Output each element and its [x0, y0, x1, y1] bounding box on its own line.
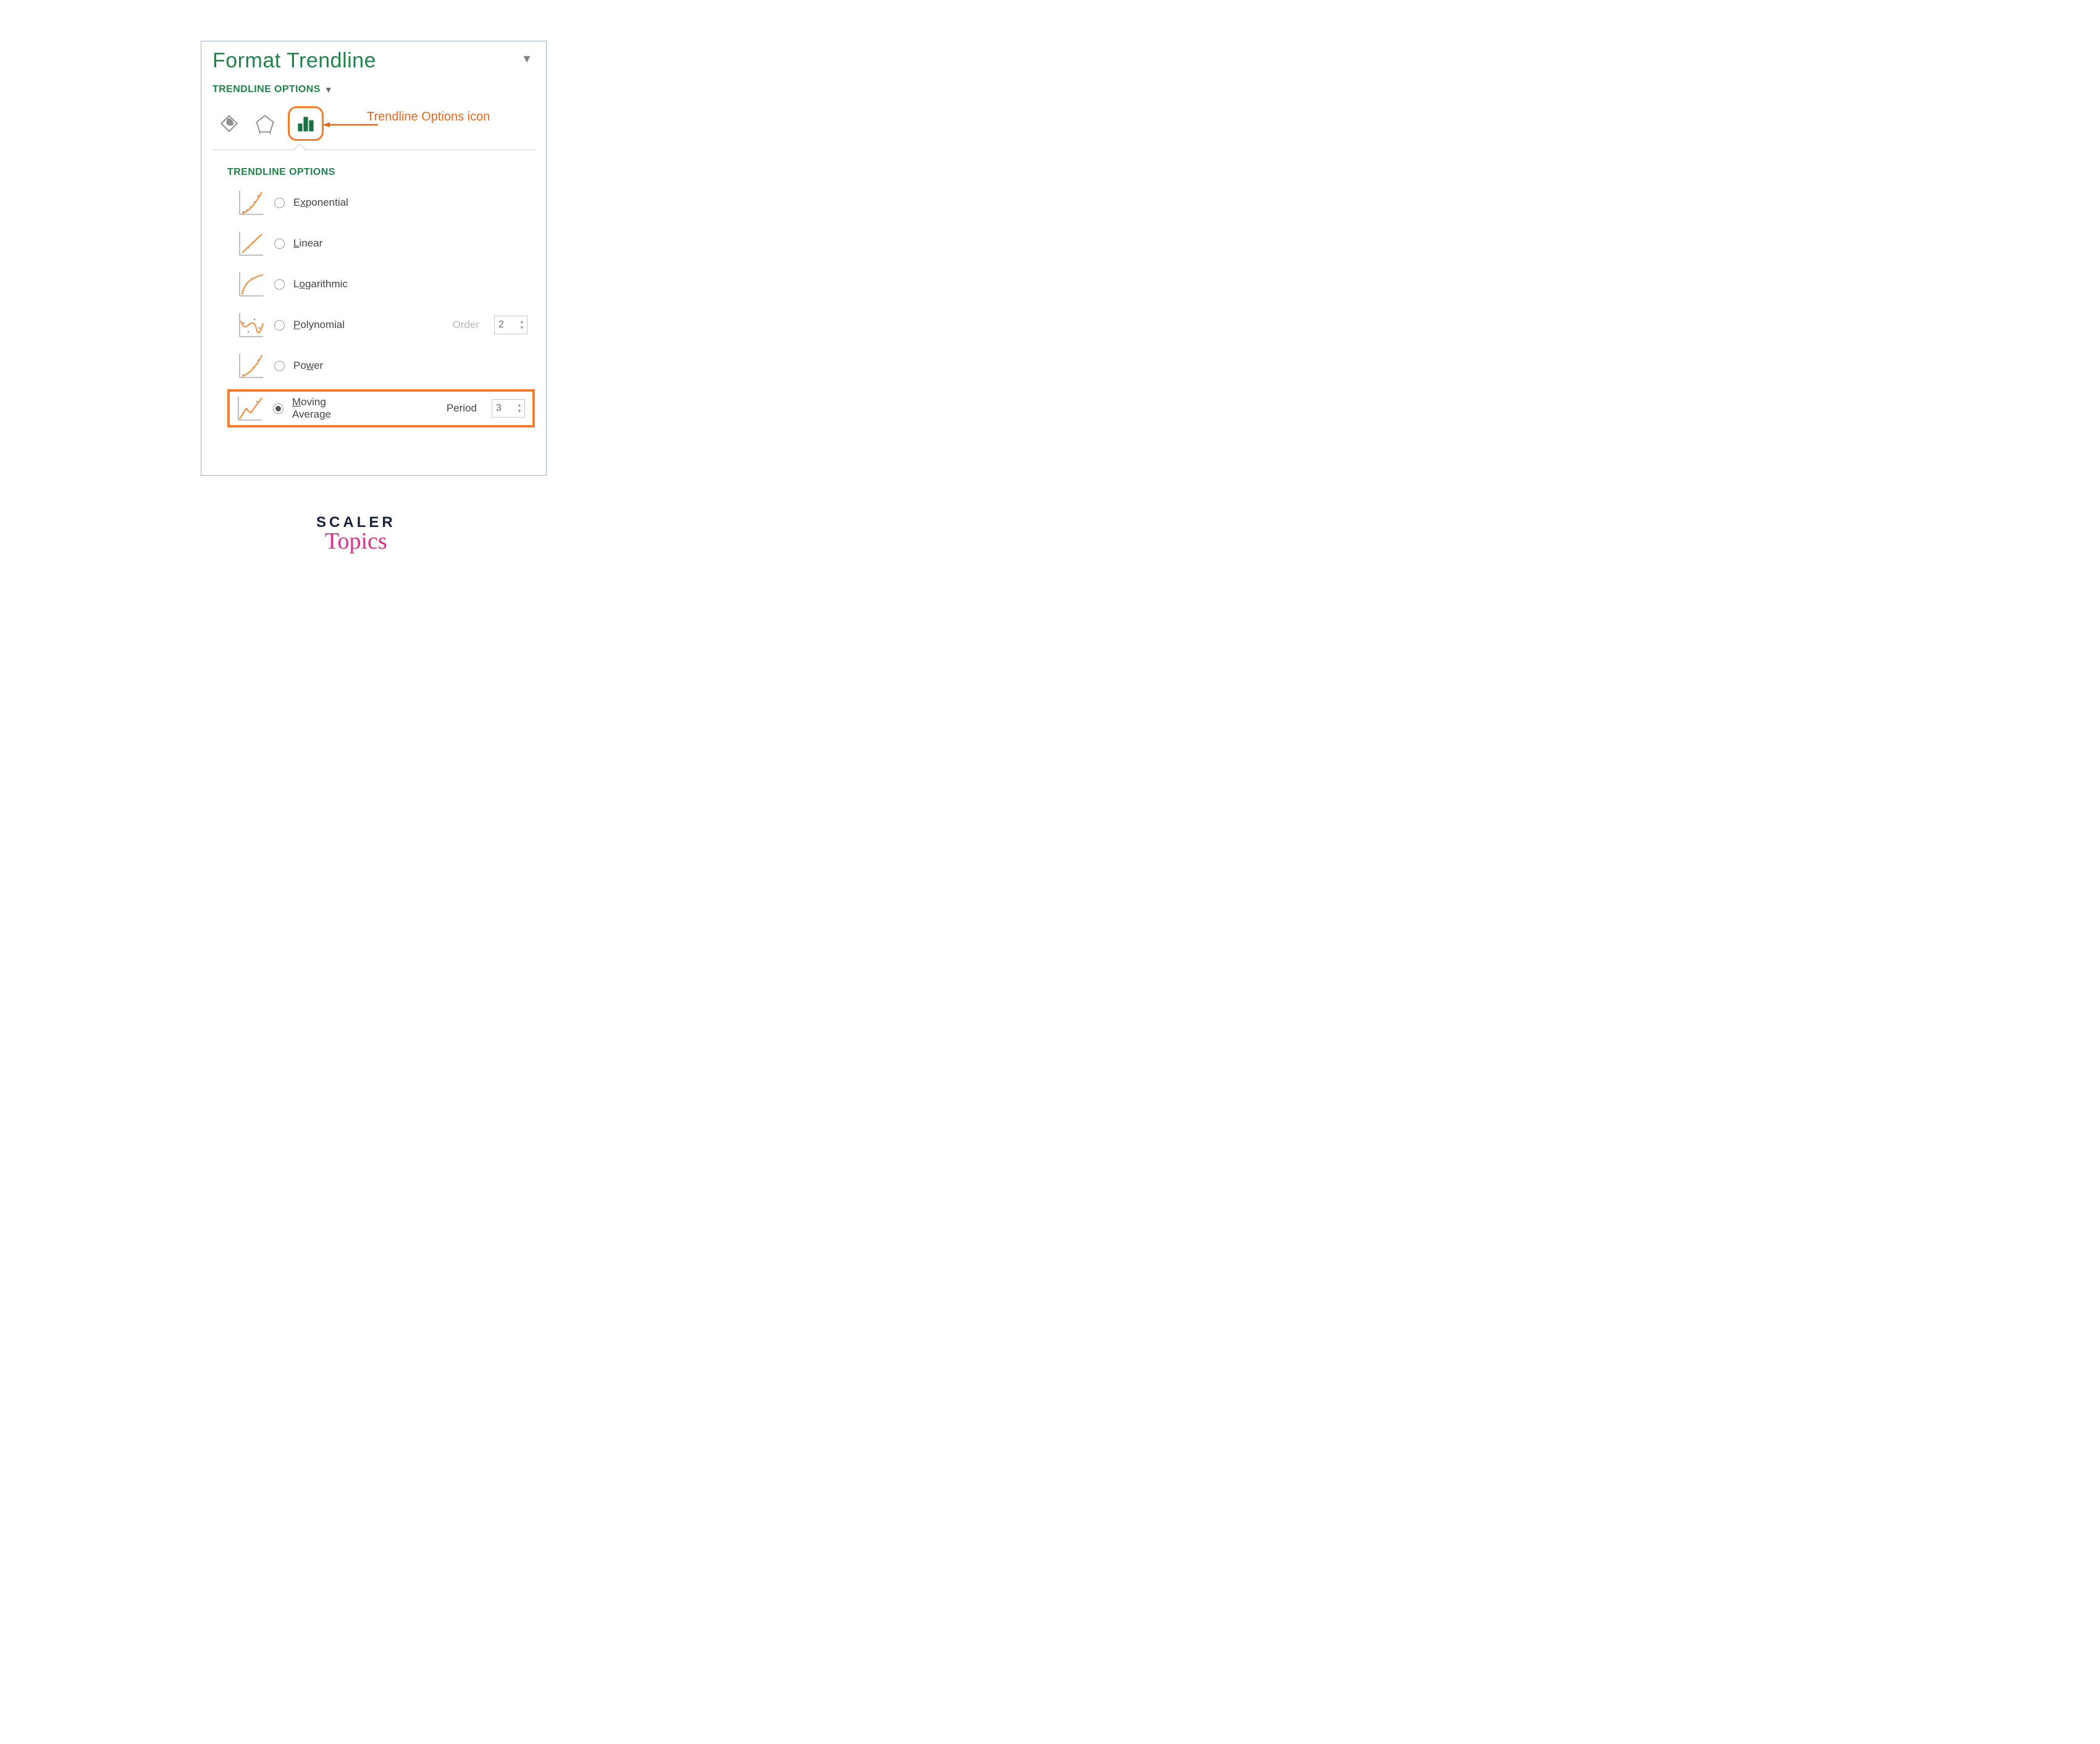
option-label: Linear: [293, 237, 322, 250]
spinner-arrows[interactable]: ▲▼: [517, 316, 527, 334]
option-label: Exponential: [293, 196, 348, 209]
spinner-arrows[interactable]: ▲▼: [514, 400, 524, 417]
chevron-down-icon: ▼: [324, 85, 333, 95]
radio-exponential[interactable]: [274, 198, 285, 208]
tab-divider: [212, 150, 535, 157]
period-spinner[interactable]: 3 ▲▼: [492, 399, 525, 418]
bar-chart-icon: [295, 112, 317, 135]
option-logarithmic[interactable]: Logarithmic: [233, 267, 535, 301]
option-label: MovingAverage: [292, 396, 331, 420]
polynomial-curve-icon: [237, 311, 266, 339]
order-spinner[interactable]: 2 ▲▼: [494, 316, 527, 334]
annotation-arrow: [322, 122, 378, 127]
option-label: Polynomial: [293, 319, 345, 331]
trendline-type-options: Exponential Linear Logarithmic: [233, 185, 535, 428]
radio-polynomial[interactable]: [274, 320, 285, 331]
task-pane-options-caret[interactable]: ▼: [521, 53, 532, 65]
format-trendline-pane: Format Trendline ▼ TRENDLINE OPTIONS ▼ T…: [201, 41, 547, 476]
paint-bucket-icon: [218, 112, 240, 135]
option-exponential[interactable]: Exponential: [233, 185, 535, 220]
order-value[interactable]: 2: [495, 316, 517, 334]
logarithmic-curve-icon: [237, 270, 266, 298]
section-label: TRENDLINE OPTIONS: [212, 84, 321, 95]
scaler-topics-logo: SCALER Topics: [316, 514, 396, 555]
power-curve-icon: [237, 352, 266, 380]
trendline-options-tab[interactable]: [288, 106, 324, 141]
option-polynomial[interactable]: Polynomial Order 2 ▲▼: [233, 308, 535, 342]
section-label-row[interactable]: TRENDLINE OPTIONS ▼: [212, 84, 535, 95]
exponential-curve-icon: [237, 188, 266, 217]
pentagon-icon: [254, 113, 275, 134]
period-value[interactable]: 3: [492, 400, 514, 417]
pane-title: Format Trendline: [212, 49, 376, 73]
radio-power[interactable]: [274, 361, 285, 371]
logo-line-topics: Topics: [316, 528, 396, 555]
order-label: Order: [453, 319, 479, 331]
option-power[interactable]: Power: [233, 348, 535, 383]
group-heading: TRENDLINE OPTIONS: [227, 167, 535, 178]
format-category-tabs: [212, 106, 535, 141]
radio-linear[interactable]: [274, 238, 285, 249]
period-label: Period: [447, 402, 477, 415]
option-linear[interactable]: Linear: [233, 226, 535, 261]
effects-tab[interactable]: [252, 111, 278, 137]
radio-moving-average[interactable]: [273, 403, 284, 414]
moving-average-curve-icon: [236, 394, 264, 423]
option-label: Power: [293, 360, 323, 372]
option-label: Logarithmic: [293, 278, 348, 290]
pane-header: Format Trendline ▼: [212, 48, 535, 73]
linear-curve-icon: [237, 229, 266, 258]
radio-logarithmic[interactable]: [274, 279, 285, 290]
fill-and-line-tab[interactable]: [216, 111, 242, 137]
option-moving-average[interactable]: MovingAverage Period 3 ▲▼: [227, 389, 535, 428]
